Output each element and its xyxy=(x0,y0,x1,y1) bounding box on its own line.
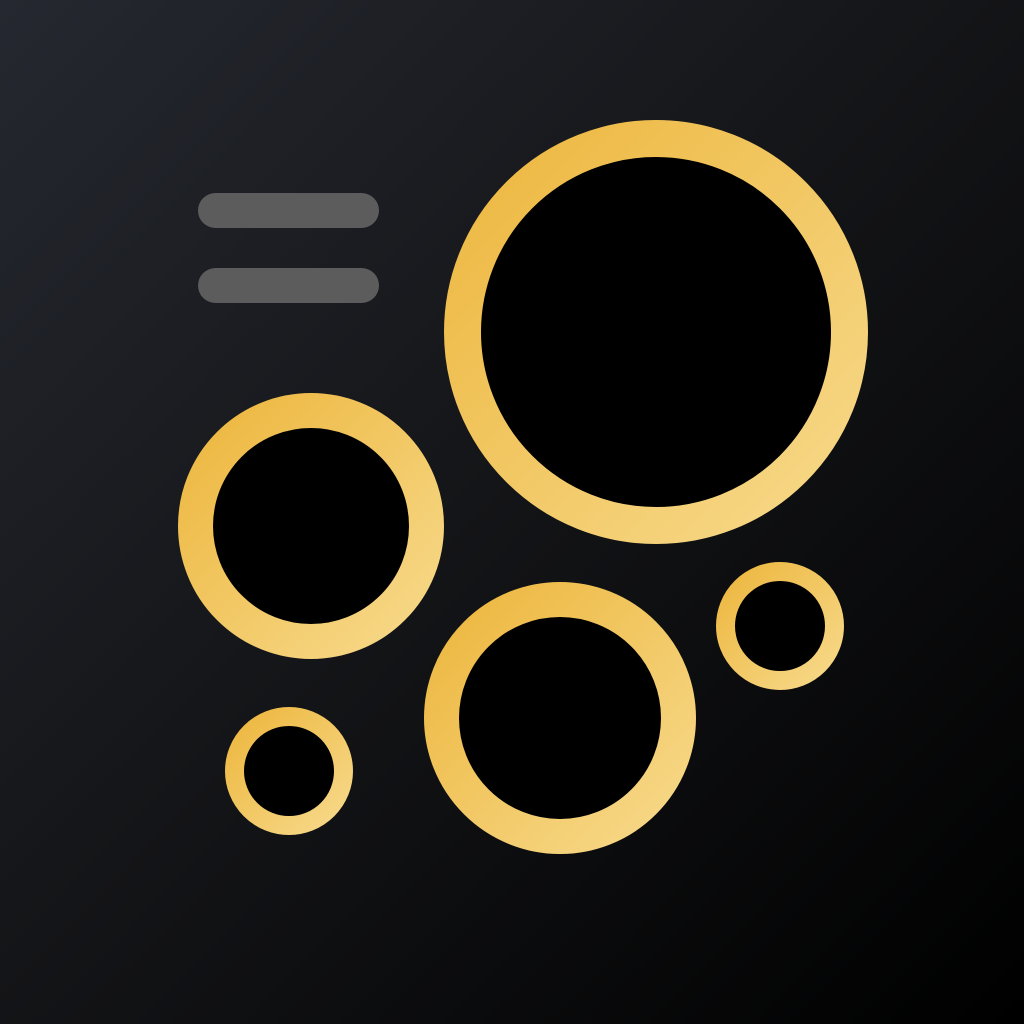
bubble-medium-bottom xyxy=(424,582,696,854)
icon-background xyxy=(0,0,1024,1024)
bubble-large xyxy=(444,120,868,544)
bubble-small-right xyxy=(716,562,844,690)
menu-line-bottom xyxy=(198,268,379,303)
bubble-medium-left xyxy=(178,393,444,659)
app-icon-graphic xyxy=(0,0,1024,1024)
menu-line-top xyxy=(198,193,379,228)
app-icon xyxy=(0,0,1024,1024)
bubble-small-left xyxy=(225,707,353,835)
